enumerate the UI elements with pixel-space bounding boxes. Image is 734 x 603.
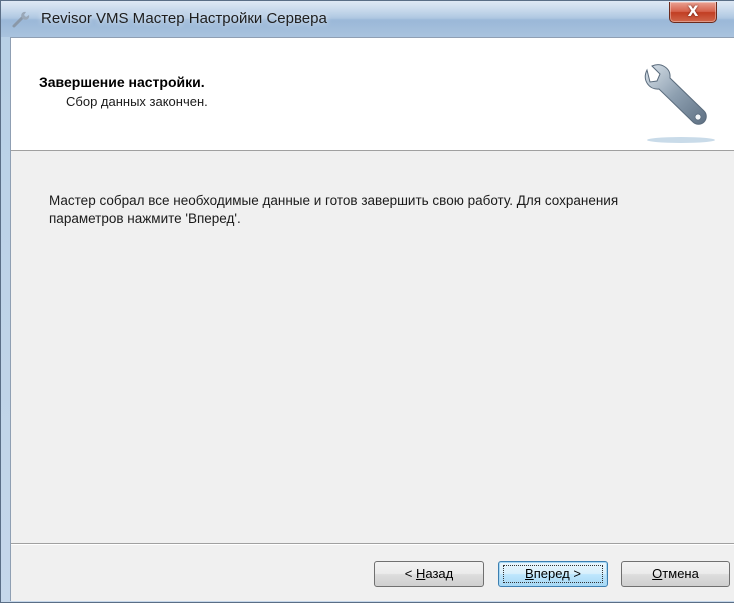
wizard-window: Revisor VMS Мастер Настройки Сервера X З…	[0, 0, 734, 603]
wrench-icon	[644, 64, 715, 143]
next-button-mnemonic: В	[525, 566, 534, 581]
page-subtitle: Сбор данных закончен.	[66, 94, 208, 109]
dialog-client-area: Завершение настройки. Сбор данных законч…	[10, 37, 734, 601]
back-button-mnemonic: Н	[415, 566, 426, 581]
page-title: Завершение настройки.	[39, 74, 205, 90]
back-button-prefix: <	[404, 566, 416, 581]
next-button-label: перед >	[533, 566, 581, 581]
window-title: Revisor VMS Мастер Настройки Сервера	[41, 10, 327, 27]
completion-message: Мастер собрал все необходимые данные и г…	[49, 193, 619, 226]
next-button[interactable]: Вперед >	[498, 561, 608, 587]
app-wrench-icon	[12, 11, 30, 28]
title-bar[interactable]: Revisor VMS Мастер Настройки Сервера X	[1, 1, 734, 37]
back-button-label: азад	[425, 566, 454, 581]
cancel-button-label: тмена	[662, 566, 699, 581]
wizard-header: Завершение настройки. Сбор данных законч…	[11, 38, 734, 151]
footer-divider	[11, 543, 734, 545]
close-button[interactable]: X	[669, 2, 717, 23]
close-icon: X	[687, 4, 699, 20]
cancel-button-mnemonic: О	[652, 566, 663, 581]
cancel-button[interactable]: Отмена	[621, 561, 730, 587]
back-button[interactable]: < Назад	[374, 561, 484, 587]
